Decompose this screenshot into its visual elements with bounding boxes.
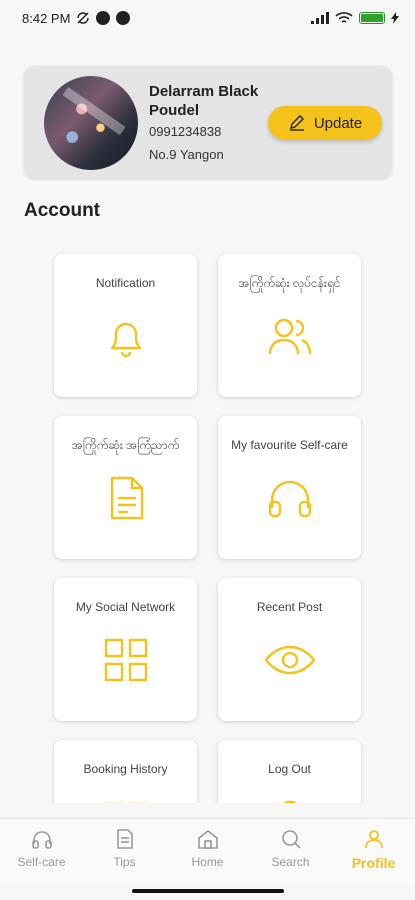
signal-icon xyxy=(311,12,329,24)
profile-name: Delarram Black Poudel xyxy=(149,83,259,119)
headphones-icon xyxy=(264,472,316,524)
status-right xyxy=(311,11,399,25)
status-time: 8:42 PM xyxy=(22,10,71,26)
app-notification-icon-2 xyxy=(116,11,131,25)
tile-label: Recent Post xyxy=(256,600,323,614)
home-icon xyxy=(197,830,218,849)
nav-label: Self-care xyxy=(17,855,66,869)
tile-label: My Social Network xyxy=(75,600,176,614)
history-icon xyxy=(100,796,152,803)
home-indicator[interactable] xyxy=(132,889,284,893)
nav-profile[interactable]: Profile xyxy=(334,827,414,871)
headphones-icon xyxy=(31,831,52,849)
tile-social-network[interactable]: My Social Network xyxy=(54,578,197,721)
nav-label: Search xyxy=(271,855,310,869)
users-icon xyxy=(264,310,316,362)
pencil-icon xyxy=(289,115,304,131)
tile-favourite-selfcare[interactable]: My favourite Self-care xyxy=(218,416,361,559)
tile-label: Log Out xyxy=(268,762,311,776)
nav-search[interactable]: Search xyxy=(251,827,331,869)
status-left: 8:42 PM xyxy=(22,10,131,26)
app-notification-icon xyxy=(96,11,111,25)
bottom-nav: Self-care Tips Home Search Profile xyxy=(0,818,415,884)
grid-icon xyxy=(100,634,152,686)
charging-icon xyxy=(391,12,399,24)
tile-favourite-advice[interactable]: အကြိုက်ဆုံး အကြံညာက် xyxy=(54,416,197,559)
tile-favourite-business[interactable]: အကြိုက်ဆုံး လုပ်ငန်းရှင် xyxy=(218,254,361,397)
nav-label: Profile xyxy=(351,855,396,871)
nav-label: Home xyxy=(191,855,224,869)
tile-label: အကြိုက်ဆုံး အကြံညာက် xyxy=(71,438,180,452)
tile-log-out[interactable]: Log Out xyxy=(218,740,361,803)
section-title: Account xyxy=(24,200,100,221)
update-button[interactable]: Update xyxy=(268,106,382,140)
wifi-icon xyxy=(335,12,353,23)
document-icon xyxy=(100,472,152,524)
status-bar: 8:42 PM xyxy=(0,0,415,36)
tile-label: Booking History xyxy=(83,762,168,776)
tile-label: Notification xyxy=(95,276,156,290)
avatar[interactable] xyxy=(44,76,138,170)
profile-address: No.9 Yangon xyxy=(149,147,224,162)
profile-card: Delarram Black Poudel 0991234838 No.9 Ya… xyxy=(24,66,392,178)
nav-label: Tips xyxy=(113,855,136,869)
nav-tips[interactable]: Tips xyxy=(85,827,165,869)
eye-icon xyxy=(264,634,316,686)
tile-notification[interactable]: Notification xyxy=(54,254,197,397)
logout-icon xyxy=(264,796,316,803)
tile-recent-post[interactable]: Recent Post xyxy=(218,578,361,721)
battery-icon xyxy=(359,12,385,24)
bell-icon xyxy=(100,310,152,362)
update-label: Update xyxy=(313,114,363,132)
nav-home[interactable]: Home xyxy=(168,827,248,869)
sync-icon xyxy=(77,12,90,24)
nav-self-care[interactable]: Self-care xyxy=(2,827,82,869)
person-icon xyxy=(364,830,383,849)
tile-label: My favourite Self-care xyxy=(231,438,348,452)
account-grid: Notification အကြိုက်ဆုံး လုပ်ငန်းရှင် အက… xyxy=(0,240,415,803)
tile-booking-history[interactable]: Booking History xyxy=(54,740,197,803)
document-icon xyxy=(116,829,133,849)
search-icon xyxy=(281,830,301,849)
tile-label: အကြိုက်ဆုံး လုပ်ငန်းရှင် xyxy=(238,276,341,290)
profile-phone: 0991234838 xyxy=(149,124,222,139)
